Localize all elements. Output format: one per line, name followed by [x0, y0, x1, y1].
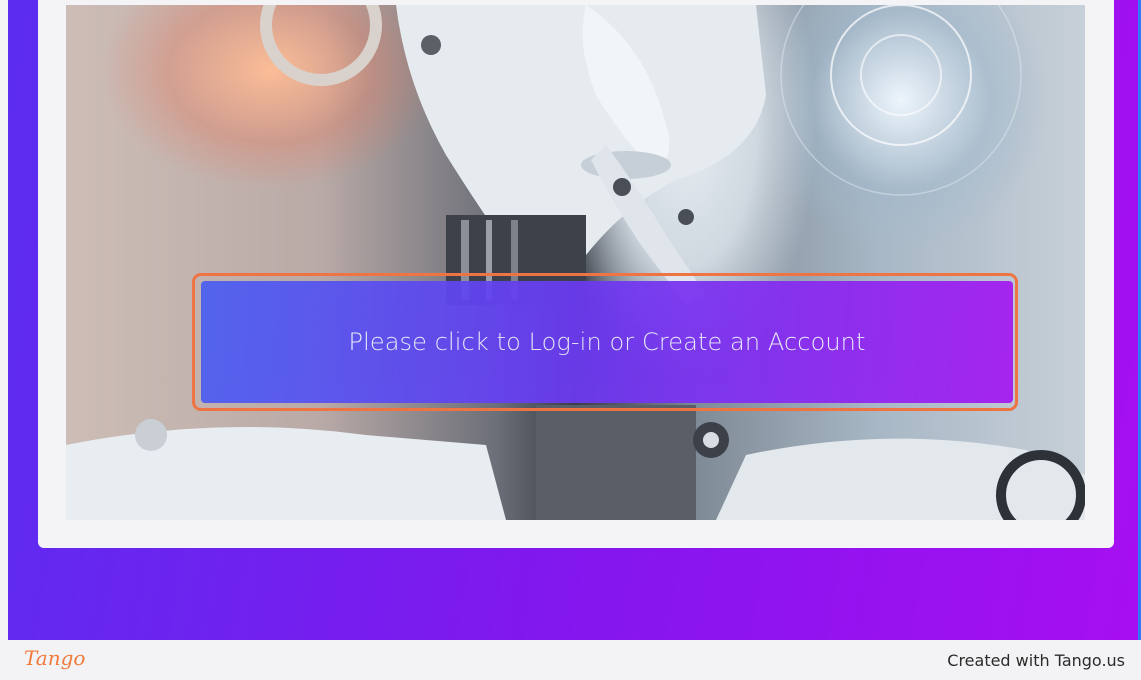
- login-create-account-button[interactable]: Please click to Log-in or Create an Acco…: [201, 281, 1013, 403]
- page-background: Please click to Log-in or Create an Acco…: [8, 0, 1141, 640]
- footer-bar: Tango Created with Tango.us: [0, 640, 1141, 680]
- robot-hero-image: [66, 5, 1085, 520]
- tango-logo[interactable]: Tango: [24, 646, 85, 670]
- robot-illustration: [66, 5, 1085, 520]
- created-with-tango-credit[interactable]: Created with Tango.us: [947, 651, 1125, 670]
- content-card: Please click to Log-in or Create an Acco…: [38, 0, 1114, 548]
